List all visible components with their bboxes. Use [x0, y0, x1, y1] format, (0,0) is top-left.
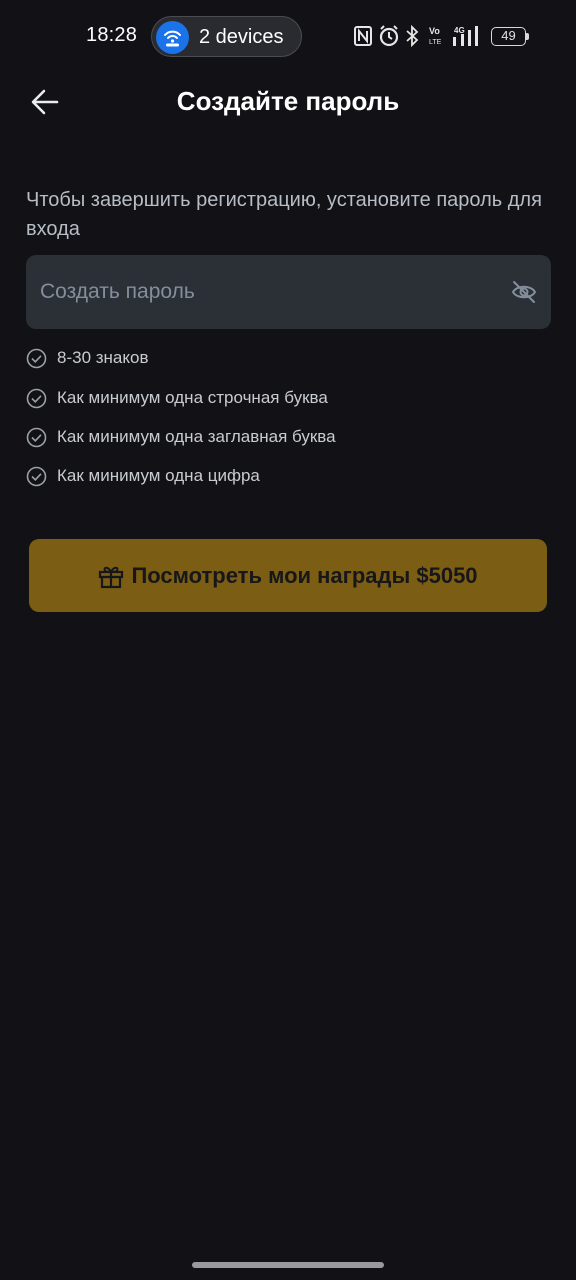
visibility-toggle-button[interactable]: [511, 280, 537, 304]
battery-icon: 49: [491, 27, 526, 46]
battery-tip: [526, 33, 529, 40]
status-bar: 18:28 2 devices Vo LTE 4G 49: [0, 0, 576, 72]
rule-item: Как минимум одна цифра: [26, 463, 546, 491]
nfc-icon: [354, 26, 372, 46]
alarm-icon: [379, 25, 399, 47]
status-time: 18:28: [86, 24, 138, 46]
svg-text:4G: 4G: [454, 26, 465, 35]
hotspot-icon: [156, 21, 189, 54]
create-password-screen: 18:28 2 devices Vo LTE 4G 49 Создайте па…: [0, 0, 576, 1280]
home-indicator[interactable]: [192, 1262, 384, 1268]
view-rewards-button[interactable]: Посмотреть мои награды $5050: [29, 539, 547, 612]
rule-label: Как минимум одна строчная буква: [57, 388, 328, 407]
check-circle-icon: [26, 466, 47, 487]
page-title: Создайте пароль: [176, 86, 400, 116]
instructions-text: Чтобы завершить регистрацию, установите …: [26, 189, 542, 240]
rule-label: Как минимум одна цифра: [57, 466, 260, 485]
gift-icon: [99, 566, 124, 588]
password-field[interactable]: [26, 255, 551, 329]
rewards-button-label: Посмотреть мои награды $5050: [131, 562, 478, 588]
rule-label: 8-30 знаков: [57, 348, 149, 367]
svg-text:LTE: LTE: [429, 39, 442, 46]
check-circle-icon: [26, 348, 47, 369]
rule-label: Как минимум одна заглавная буква: [57, 427, 336, 446]
rule-item: Как минимум одна строчная буква: [26, 385, 546, 413]
hotspot-chip[interactable]: 2 devices: [151, 16, 302, 57]
check-circle-icon: [26, 427, 47, 448]
rule-item: 8-30 знаков: [26, 345, 546, 373]
check-circle-icon: [26, 388, 47, 409]
battery-level: 49: [501, 28, 516, 43]
4g-signal-icon: 4G: [453, 26, 478, 46]
hotspot-label: 2 devices: [199, 26, 284, 48]
password-input[interactable]: [40, 255, 500, 329]
bluetooth-icon: [406, 25, 419, 47]
eye-off-icon: [511, 281, 537, 303]
rule-item: Как минимум одна заглавная буква: [26, 424, 546, 452]
svg-text:Vo: Vo: [429, 26, 440, 36]
volte-icon: Vo LTE: [429, 26, 442, 46]
